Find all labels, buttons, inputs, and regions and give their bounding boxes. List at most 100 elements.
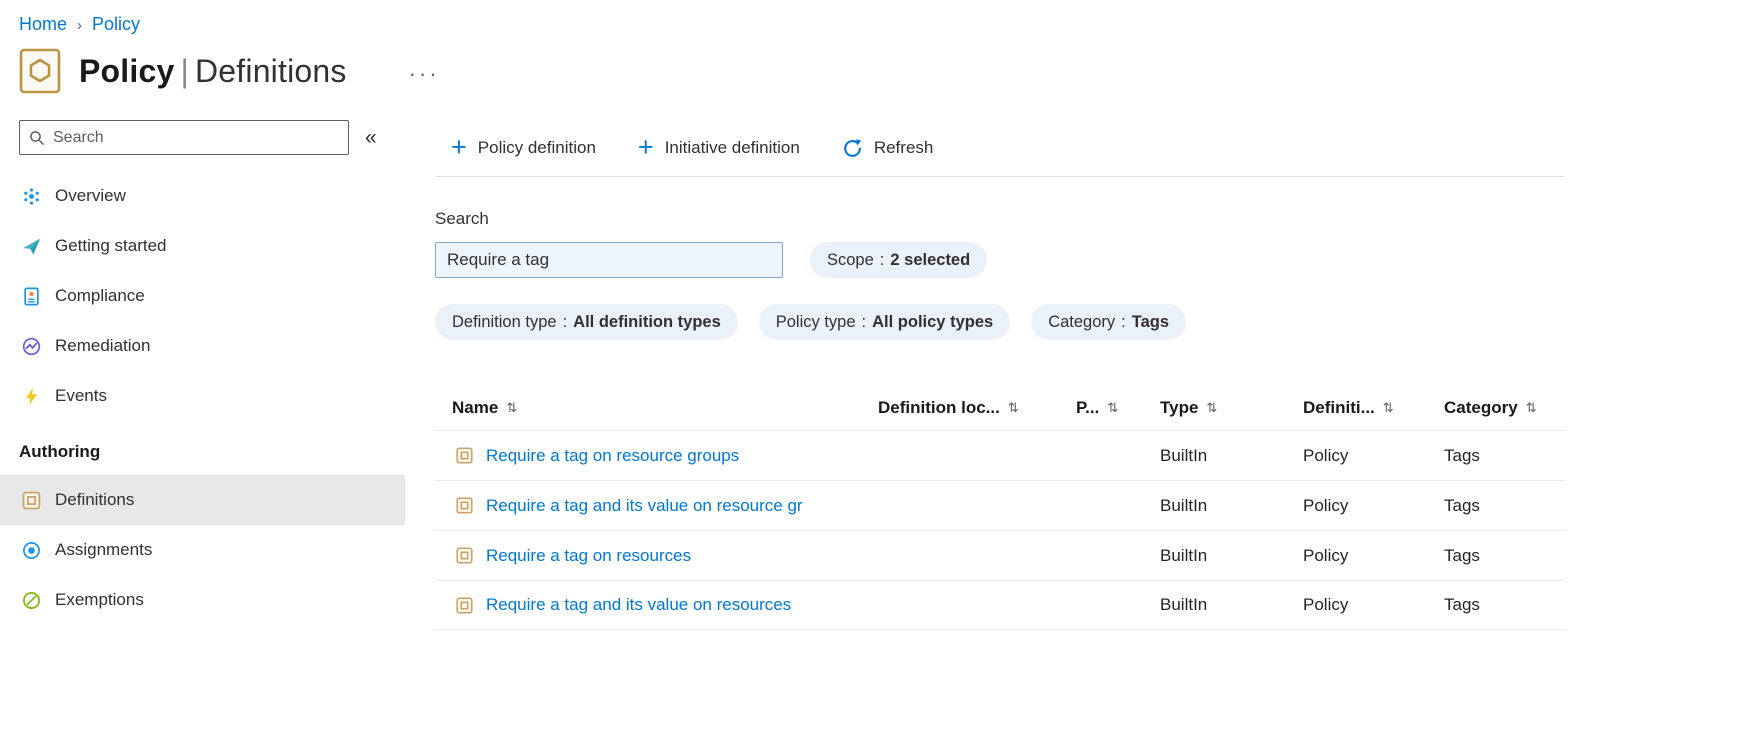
sidebar-section-authoring: Authoring (19, 442, 101, 461)
assignments-icon (22, 541, 41, 560)
definition-search-input[interactable] (435, 242, 783, 278)
definition-link[interactable]: Require a tag on resources (486, 546, 691, 566)
type-cell: BuiltIn (1160, 595, 1208, 614)
collapse-sidebar-icon[interactable]: « (365, 126, 377, 150)
table-row: Require a tag and its value on resources… (435, 580, 1565, 630)
table-row: Require a tag on resource groups BuiltIn… (435, 430, 1565, 480)
sidebar-item-assignments[interactable]: Assignments (0, 525, 405, 575)
sidebar-item-label: Assignments (55, 540, 153, 559)
table-row: Require a tag and its value on resource … (435, 480, 1565, 530)
definition-type-cell: Policy (1303, 495, 1349, 515)
name-cell: Require a tag and its value on resource … (435, 496, 878, 516)
sidebar-item-label: Exemptions (55, 590, 144, 609)
column-header-type[interactable]: Type ⇅ (1160, 398, 1303, 418)
pill-separator: : (562, 312, 568, 331)
definition-type-cell: Policy (1303, 445, 1349, 465)
search-label: Search (435, 209, 489, 228)
column-label: Name (452, 398, 499, 417)
type-cell: BuiltIn (1160, 495, 1208, 515)
sidebar-item-label: Compliance (55, 286, 145, 305)
toolbar-button-label: Refresh (873, 138, 934, 157)
definition-link[interactable]: Require a tag and its value on resources (486, 595, 791, 615)
sidebar-nav: Overview Getting started Compliance Reme… (0, 171, 405, 625)
policy-definition-icon (456, 447, 473, 464)
pill-value: All definition types (573, 312, 721, 331)
name-cell: Require a tag on resources (435, 546, 878, 566)
column-header-category[interactable]: Category ⇅ (1444, 398, 1565, 418)
pill-value: Tags (1131, 312, 1170, 331)
sidebar-item-overview[interactable]: Overview (0, 171, 405, 221)
sidebar-item-definitions[interactable]: Definitions (0, 475, 405, 525)
more-options-icon[interactable]: ··· (409, 63, 440, 85)
breadcrumb-home-link[interactable]: Home (19, 14, 67, 35)
remediation-icon (22, 337, 41, 356)
sort-icon: ⇅ (1107, 400, 1119, 416)
pill-value: All policy types (872, 312, 994, 331)
sidebar-item-exemptions[interactable]: Exemptions (0, 575, 405, 625)
sidebar-item-getting-started[interactable]: Getting started (0, 221, 405, 271)
breadcrumb: Home › Policy (0, 0, 1742, 35)
category-cell: Tags (1444, 445, 1480, 465)
definition-type-cell: Policy (1303, 545, 1349, 565)
column-label: Category (1444, 398, 1518, 417)
definition-type-filter-pill[interactable]: Definition type : All definition types (435, 304, 738, 340)
plus-icon: + (637, 131, 654, 162)
category-cell: Tags (1444, 595, 1480, 614)
type-cell: BuiltIn (1160, 445, 1208, 465)
exemptions-icon (22, 591, 41, 610)
scope-filter-pill[interactable]: Scope : 2 selected (810, 242, 988, 278)
pill-label: Category (1048, 312, 1116, 331)
sidebar-search-input[interactable] (53, 128, 339, 147)
category-cell: Tags (1444, 495, 1480, 515)
policy-definition-button[interactable]: + Policy definition (451, 133, 596, 160)
definitions-table: Name ⇅ Definition loc... ⇅ P... ⇅ Type ⇅… (435, 386, 1565, 630)
column-header-policies[interactable]: P... ⇅ (1076, 398, 1160, 418)
sidebar: « Overview Getting started Compliance (0, 120, 405, 625)
toolbar-button-label: Initiative definition (664, 138, 800, 157)
main-content: + Policy definition + Initiative definit… (405, 120, 1742, 630)
sidebar-item-label: Definitions (55, 490, 135, 509)
sidebar-item-events[interactable]: Events (0, 371, 405, 421)
policy-definition-icon (456, 547, 473, 564)
pill-label: Policy type (775, 312, 856, 331)
sort-icon: ⇅ (1525, 400, 1537, 416)
refresh-button[interactable]: Refresh (842, 138, 934, 159)
page-title-separator: | (180, 52, 189, 89)
column-header-name[interactable]: Name ⇅ (435, 398, 878, 418)
overview-icon (22, 187, 41, 206)
column-label: Type (1160, 398, 1199, 417)
toolbar-button-label: Policy definition (477, 138, 596, 157)
table-row: Require a tag on resources BuiltIn Polic… (435, 530, 1565, 580)
sidebar-item-label: Getting started (55, 236, 167, 255)
sidebar-item-label: Events (55, 386, 107, 405)
policy-type-filter-pill[interactable]: Policy type : All policy types (758, 304, 1011, 340)
pill-value: 2 selected (890, 250, 971, 269)
refresh-icon (842, 138, 863, 159)
table-header: Name ⇅ Definition loc... ⇅ P... ⇅ Type ⇅… (435, 386, 1565, 430)
category-filter-pill[interactable]: Category : Tags (1031, 304, 1187, 340)
toolbar: + Policy definition + Initiative definit… (435, 120, 1565, 177)
name-cell: Require a tag and its value on resources (435, 595, 878, 615)
definition-link[interactable]: Require a tag on resource groups (486, 446, 739, 466)
sidebar-item-remediation[interactable]: Remediation (0, 321, 405, 371)
pill-separator: : (861, 312, 867, 331)
policy-definition-icon (456, 497, 473, 514)
definition-link[interactable]: Require a tag and its value on resource … (486, 496, 803, 516)
page-title-sub: Definitions (194, 52, 347, 89)
name-cell: Require a tag on resource groups (435, 446, 878, 466)
breadcrumb-policy-link[interactable]: Policy (92, 14, 140, 35)
column-label: P... (1076, 398, 1100, 417)
column-header-definition-type[interactable]: Definiti... ⇅ (1303, 398, 1444, 418)
sidebar-item-label: Overview (55, 186, 126, 205)
page-title-main: Policy (79, 52, 175, 89)
initiative-definition-button[interactable]: + Initiative definition (637, 131, 800, 162)
category-cell: Tags (1444, 545, 1480, 565)
column-label: Definition loc... (878, 398, 1000, 417)
events-icon (22, 387, 41, 406)
sidebar-item-compliance[interactable]: Compliance (0, 271, 405, 321)
column-header-definition-location[interactable]: Definition loc... ⇅ (878, 398, 1076, 418)
definition-type-cell: Policy (1303, 595, 1349, 614)
sort-icon: ⇅ (1382, 400, 1394, 416)
chevron-right-icon: › (77, 17, 83, 34)
policy-service-icon (19, 48, 61, 94)
